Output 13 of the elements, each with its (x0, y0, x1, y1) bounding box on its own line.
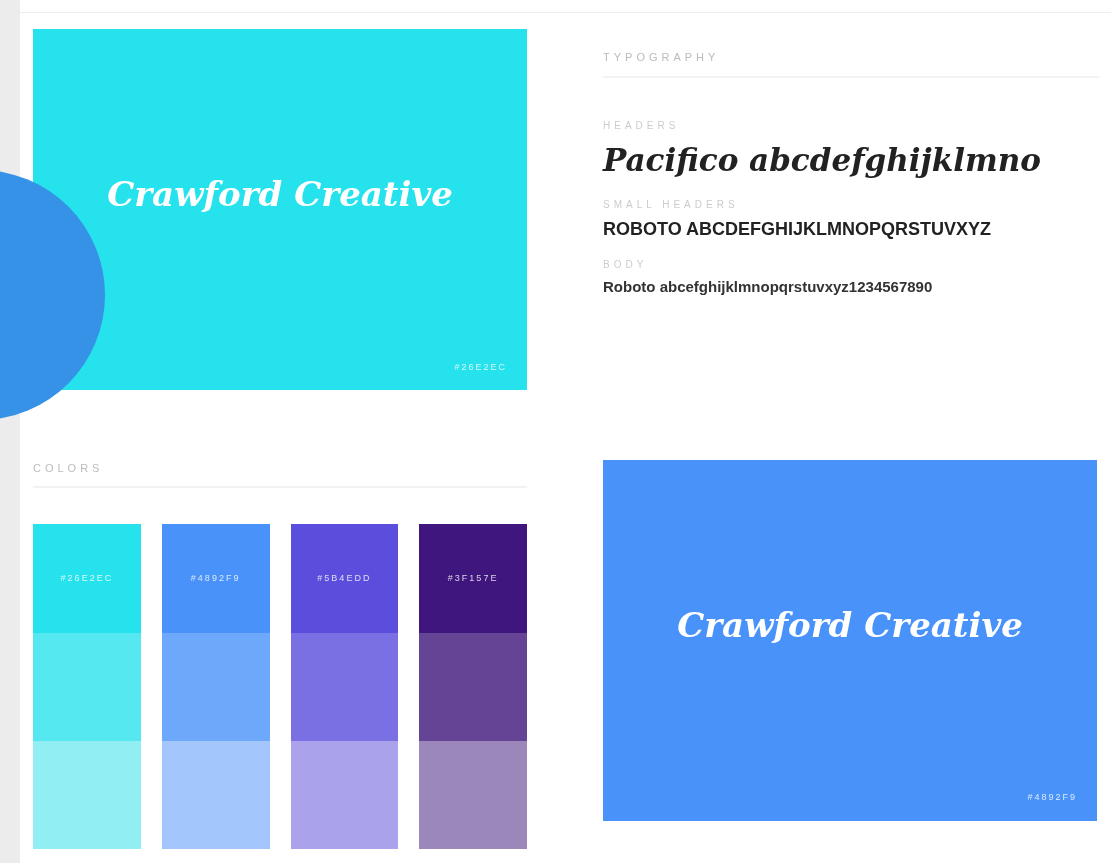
brand-logo-text: Crawford Creative (677, 604, 1023, 647)
brand-logo-text: Crawford Creative (107, 173, 453, 217)
type-sample: Roboto abcefghijklmnopqrstuvxyz1234567890 (603, 277, 934, 297)
type-sample: ROBOTO ABCDEFGHIJKLMNOPQRSTUVXYZ (603, 218, 993, 241)
type-sample: Pacifico abcdefghijklmno (603, 140, 1042, 180)
section-heading: TYPOGRAPHY (603, 50, 721, 65)
hex-code: #26E2EC (454, 360, 507, 374)
hex-code: #26E2EC (60, 571, 114, 585)
hex-code: #3F157E (447, 571, 499, 585)
hex-code: #4892F9 (190, 571, 241, 585)
hex-code: #5B4EDD (317, 571, 372, 585)
section-heading: COLORS (33, 460, 105, 476)
hex-code: #4892F9 (1027, 791, 1077, 805)
